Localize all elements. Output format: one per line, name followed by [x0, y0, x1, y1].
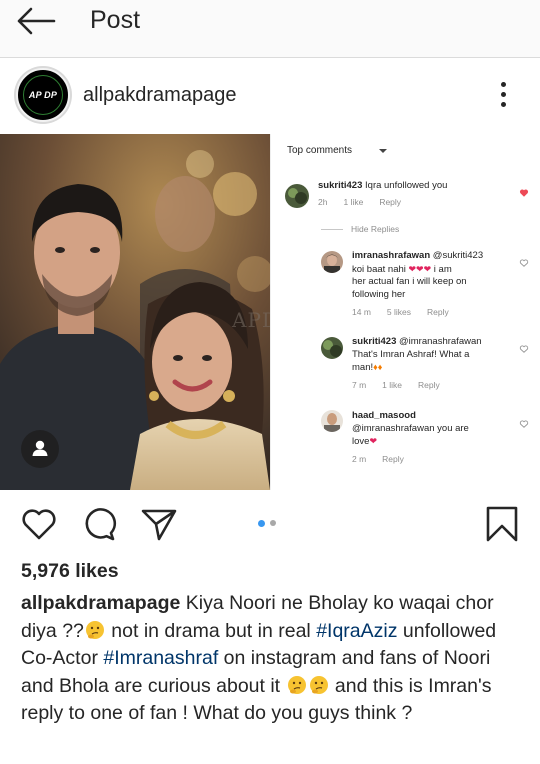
heart-outline-icon[interactable] — [519, 258, 529, 268]
avatar-logo-text: AP DP — [28, 90, 58, 100]
hashtag-link[interactable]: #Imranashraf — [103, 647, 218, 669]
post-photo: APDP — [0, 134, 270, 490]
post-actions — [0, 490, 540, 554]
likes-count[interactable]: 5,976 likes — [21, 560, 119, 583]
caption-username[interactable]: allpakdramapage — [21, 592, 180, 614]
comment-avatar — [321, 337, 343, 359]
post-caption: allpakdramapage Kiya Noori ne Bholay ko … — [21, 590, 526, 728]
comment-time: 2 m — [352, 454, 367, 464]
watermark: APDP — [232, 308, 270, 332]
bookmark-icon — [486, 506, 518, 542]
more-options-button[interactable] — [494, 78, 514, 112]
comments-sort-label: Top comments — [287, 145, 353, 156]
carousel-dot-active — [258, 520, 265, 527]
comment-meta: 14 m 5 likes Reply — [352, 307, 449, 317]
comment-meta: 2h 1 like Reply — [318, 197, 401, 207]
comment-text: haad_masood @imranashrafawan you are lov… — [352, 410, 469, 447]
comment-likes[interactable]: 5 likes — [387, 307, 411, 317]
more-dot — [501, 102, 506, 107]
carousel-dot — [270, 520, 276, 526]
post-header: AP DP allpakdramapage — [0, 58, 540, 134]
back-button[interactable] — [14, 6, 58, 36]
more-dot — [501, 92, 506, 97]
comment-avatar — [321, 251, 343, 273]
comment-likes[interactable]: 1 like — [382, 380, 402, 390]
chevron-down-icon — [379, 149, 387, 153]
more-dot — [501, 82, 506, 87]
post-username[interactable]: allpakdramapage — [83, 84, 236, 107]
comments-screenshot: Top comments sukriti423 Iqra unfollowed … — [270, 134, 540, 490]
post-media[interactable]: APDP Top comments sukriti423 Iqra unfoll… — [0, 134, 540, 490]
comment-meta: 2 m Reply — [352, 454, 404, 464]
thinking-face-emoji — [287, 675, 306, 694]
arrow-left-icon — [17, 7, 56, 35]
comment-likes[interactable]: 1 like — [343, 197, 363, 207]
hearts-emoji: ❤❤❤ — [408, 263, 432, 274]
heart-outline-icon[interactable] — [519, 419, 529, 429]
top-app-bar: Post — [0, 0, 540, 58]
comment-reply[interactable]: Reply — [382, 454, 404, 464]
heart-emoji: ❤ — [369, 436, 377, 446]
page-title: Post — [90, 6, 141, 34]
comment-button[interactable] — [80, 506, 118, 542]
thinking-face-emoji — [309, 675, 328, 694]
comment-bubble-icon — [85, 508, 117, 541]
caption-text: not in drama but in real — [105, 619, 317, 642]
heart-filled-icon[interactable] — [519, 188, 529, 198]
like-button[interactable] — [20, 506, 58, 542]
divider — [321, 229, 343, 230]
share-button[interactable] — [140, 506, 178, 542]
comment-reply[interactable]: Reply — [418, 380, 440, 390]
paper-plane-icon — [141, 509, 177, 541]
hashtag-link[interactable]: #IqraAziz — [316, 620, 397, 642]
comment-text: imranashrafawan @sukriti423 koi baat nah… — [352, 250, 484, 300]
save-button[interactable] — [484, 506, 522, 542]
thinking-face-emoji — [85, 620, 104, 639]
comment-avatar — [285, 184, 309, 208]
comment-time: 14 m — [352, 307, 371, 317]
comment-text: sukriti423 Iqra unfollowed you — [318, 180, 448, 191]
comment-meta: 7 m 1 like Reply — [352, 380, 440, 390]
tagged-users-button[interactable] — [21, 430, 59, 468]
heart-outline-icon[interactable] — [519, 344, 529, 354]
comment-reply[interactable]: Reply — [379, 197, 401, 207]
comment-avatar — [321, 410, 343, 432]
comment-reply[interactable]: Reply — [427, 307, 449, 317]
avatar-logo: AP DP — [23, 75, 63, 115]
person-icon — [32, 440, 48, 456]
fire-emoji: ♦♦ — [373, 362, 383, 372]
heart-outline-icon — [22, 509, 56, 540]
hide-replies-link[interactable]: Hide Replies — [351, 224, 399, 234]
comment-time: 7 m — [352, 380, 367, 390]
comment-text: sukriti423 @imranashrafawan That's Imran… — [352, 336, 482, 373]
avatar[interactable]: AP DP — [16, 68, 70, 122]
comment-time: 2h — [318, 197, 328, 207]
